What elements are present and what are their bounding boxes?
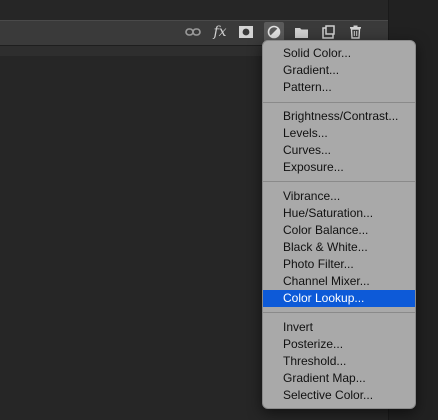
menu-item-hue-saturation[interactable]: Hue/Saturation... (263, 205, 415, 222)
menu-item-levels[interactable]: Levels... (263, 125, 415, 142)
panel-background (0, 0, 388, 20)
menu-item-invert[interactable]: Invert (263, 319, 415, 336)
menu-separator (263, 102, 415, 103)
menu-item-solid-color[interactable]: Solid Color... (263, 45, 415, 62)
menu-item-posterize[interactable]: Posterize... (263, 336, 415, 353)
menu-item-selective-color[interactable]: Selective Color... (263, 387, 415, 404)
menu-item-threshold[interactable]: Threshold... (263, 353, 415, 370)
new-layer-icon[interactable] (318, 22, 338, 42)
menu-item-gradient[interactable]: Gradient... (263, 62, 415, 79)
fx-icon[interactable]: fx (210, 22, 230, 42)
menu-item-gradient-map[interactable]: Gradient Map... (263, 370, 415, 387)
menu-item-curves[interactable]: Curves... (263, 142, 415, 159)
menu-item-brightness-contrast[interactable]: Brightness/Contrast... (263, 108, 415, 125)
folder-icon[interactable] (291, 22, 311, 42)
adjustment-layer-menu: Solid Color... Gradient... Pattern... Br… (262, 40, 416, 409)
menu-item-pattern[interactable]: Pattern... (263, 79, 415, 96)
menu-item-vibrance[interactable]: Vibrance... (263, 188, 415, 205)
menu-item-color-balance[interactable]: Color Balance... (263, 222, 415, 239)
menu-item-photo-filter[interactable]: Photo Filter... (263, 256, 415, 273)
trash-icon[interactable] (345, 22, 365, 42)
menu-item-exposure[interactable]: Exposure... (263, 159, 415, 176)
menu-item-color-lookup[interactable]: Color Lookup... (263, 290, 415, 307)
menu-separator (263, 181, 415, 182)
mask-icon[interactable] (236, 22, 256, 42)
menu-item-channel-mixer[interactable]: Channel Mixer... (263, 273, 415, 290)
menu-separator (263, 312, 415, 313)
menu-item-black-white[interactable]: Black & White... (263, 239, 415, 256)
adjustment-icon[interactable] (264, 22, 284, 42)
link-icon[interactable] (183, 22, 203, 42)
